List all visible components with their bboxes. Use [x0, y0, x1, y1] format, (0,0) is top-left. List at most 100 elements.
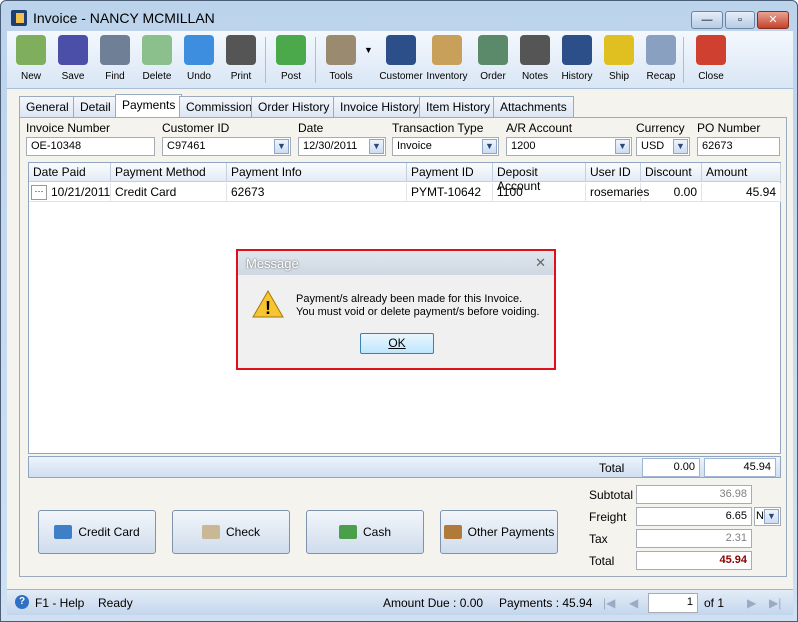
chevron-down-icon[interactable]: ▼	[482, 139, 497, 154]
toolbar-separator	[683, 37, 684, 83]
toolbar-save-button[interactable]: Save	[51, 35, 95, 82]
title-bar: Invoice - NANCY MCMILLAN	[11, 10, 215, 26]
column-header[interactable]: Amount	[702, 163, 781, 182]
app-icon	[11, 10, 27, 26]
column-header[interactable]: User ID	[586, 163, 641, 182]
notepad-pen-icon	[520, 35, 550, 65]
chevron-down-icon[interactable]: ▼	[369, 139, 384, 154]
freight-field[interactable]: 6.65	[636, 507, 752, 526]
column-header[interactable]: Discount	[641, 163, 702, 182]
toolbar-undo-button[interactable]: Undo	[177, 35, 221, 82]
payments-amount: Payments : 45.94	[499, 596, 593, 610]
toolbar-label: Order	[480, 71, 506, 82]
toolbar-notes-button[interactable]: Notes	[513, 35, 557, 82]
tax-label: Tax	[589, 532, 608, 546]
freight-option-select[interactable]: N ▼	[754, 507, 781, 526]
toolbar-label: Undo	[187, 71, 211, 82]
forklift-icon	[604, 35, 634, 65]
toolbar-delete-button[interactable]: Delete	[135, 35, 179, 82]
close-window-icon	[696, 35, 726, 65]
currency-select[interactable]: USD ▼	[636, 137, 690, 156]
grid-cell[interactable]: rosemaries	[586, 183, 649, 202]
dialog-message-line2: You must void or delete payment/s before…	[296, 306, 540, 318]
toolbar-recap-button[interactable]: Recap	[639, 35, 683, 82]
toolbar-inventory-button[interactable]: Inventory	[425, 35, 469, 82]
tools-dropdown-icon[interactable]: ▼	[364, 45, 373, 55]
grid-total-label: Total	[599, 461, 625, 475]
record-count: of 1	[704, 596, 725, 610]
other-payments-icon	[443, 525, 462, 539]
chevron-down-icon[interactable]: ▼	[615, 139, 630, 154]
grid-cell[interactable]: Credit Card	[111, 183, 227, 202]
tools-icon	[326, 35, 356, 65]
credit-card-button[interactable]: Credit Card	[38, 510, 156, 554]
help-label[interactable]: F1 - Help	[35, 596, 84, 610]
new-document-icon	[16, 35, 46, 65]
toolbar-label: Save	[61, 71, 85, 82]
post-checkmark-icon	[276, 35, 306, 65]
total-field: 45.94	[636, 551, 752, 570]
tab-payments[interactable]: Payments	[115, 94, 183, 118]
ar-account-select[interactable]: 1200 ▼	[506, 137, 632, 156]
handheld-device-icon	[478, 35, 508, 65]
subtotal-field: 36.98	[636, 485, 752, 504]
tab-commission[interactable]: Commission	[179, 96, 260, 117]
chevron-down-icon[interactable]: ▼	[274, 139, 289, 154]
check-button[interactable]: Check	[172, 510, 290, 554]
button-label: Other Payments	[467, 525, 555, 539]
tab-item-history[interactable]: Item History	[419, 96, 498, 117]
transaction-type-select[interactable]: Invoice ▼	[392, 137, 499, 156]
customer-id-select[interactable]: C97461 ▼	[162, 137, 291, 156]
ellipsis-button[interactable]: ···	[31, 185, 47, 200]
toolbar-order-button[interactable]: Order	[471, 35, 515, 82]
tab-general[interactable]: General	[19, 96, 76, 117]
column-header[interactable]: Payment Info	[227, 163, 407, 182]
maximize-button[interactable]: ▫	[725, 11, 755, 29]
toolbar-print-button[interactable]: Print	[219, 35, 263, 82]
cash-icon	[338, 525, 357, 539]
freight-label: Freight	[589, 510, 627, 524]
toolbar-history-button[interactable]: History	[555, 35, 599, 82]
other-payments-button[interactable]: Other Payments	[440, 510, 558, 554]
next-record-icon[interactable]: ▶	[747, 596, 756, 610]
date-picker[interactable]: 12/30/2011 ▼	[298, 137, 386, 156]
record-number-input[interactable]: 1	[648, 593, 698, 613]
chevron-down-icon[interactable]: ▼	[764, 509, 779, 524]
chevron-down-icon[interactable]: ▼	[673, 139, 688, 154]
tab-attachments[interactable]: Attachments	[493, 96, 574, 117]
first-record-icon[interactable]: |◀	[603, 596, 615, 610]
close-window-button[interactable]: ✕	[757, 11, 789, 29]
tab-detail[interactable]: Detail	[73, 96, 118, 117]
grid-cell[interactable]: 62673	[227, 183, 407, 202]
tab-invoice-history[interactable]: Invoice History	[333, 96, 426, 117]
po-number-field[interactable]: 62673	[697, 137, 780, 156]
toolbar-tools-button[interactable]: Tools	[319, 35, 363, 82]
column-header[interactable]: Deposit Account	[493, 163, 586, 193]
toolbar-ship-button[interactable]: Ship	[597, 35, 641, 82]
invoice-number-field[interactable]: OE-10348	[26, 137, 155, 156]
toolbar-label: Tools	[329, 71, 353, 82]
grid-cell[interactable]: 1100	[493, 183, 586, 202]
message-dialog: Message ✕ ! Payment/s already been made f…	[236, 249, 556, 370]
minimize-button[interactable]: —	[691, 11, 723, 29]
toolbar-new-button[interactable]: New	[9, 35, 53, 82]
ok-button[interactable]: OK	[360, 333, 434, 354]
dialog-title-bar: Message ✕	[238, 251, 554, 275]
toolbar-customer-button[interactable]: Customer	[379, 35, 423, 82]
last-record-icon[interactable]: ▶|	[769, 596, 781, 610]
cash-button[interactable]: Cash	[306, 510, 424, 554]
toolbar-find-button[interactable]: Find	[93, 35, 137, 82]
toolbar-post-button[interactable]: Post	[269, 35, 313, 82]
help-icon[interactable]: ?	[15, 595, 29, 609]
previous-record-icon[interactable]: ◀	[629, 596, 638, 610]
column-header[interactable]: Payment ID	[407, 163, 493, 182]
column-header[interactable]: Date Paid	[29, 163, 111, 182]
tab-order-history[interactable]: Order History	[251, 96, 337, 117]
currency-value: USD	[641, 140, 665, 152]
grid-cell[interactable]: 45.94	[702, 183, 781, 202]
grid-cell[interactable]: 0.00	[641, 183, 702, 202]
column-header[interactable]: Payment Method	[111, 163, 227, 182]
toolbar-close-button[interactable]: Close	[689, 35, 733, 82]
grid-cell[interactable]: PYMT-10642	[407, 183, 493, 202]
dialog-close-icon[interactable]: ✕	[535, 255, 546, 271]
